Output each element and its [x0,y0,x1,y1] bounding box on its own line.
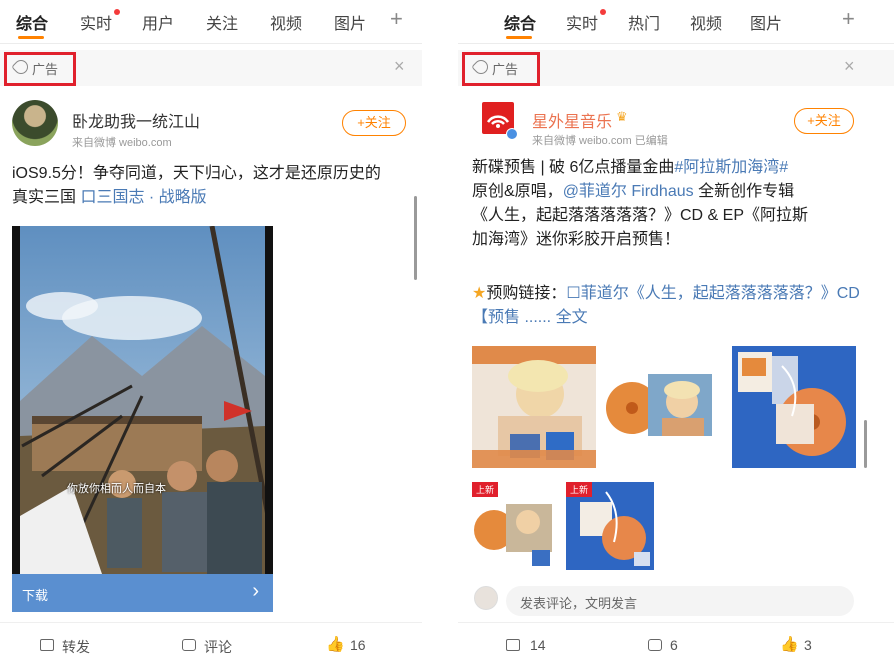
album-photo-1 [472,346,596,468]
close-ad-icon[interactable]: × [844,56,855,77]
tab-comprehensive[interactable]: 综合 [504,10,536,34]
action-bar: 转发 评论 👍 16 [0,622,422,666]
comment-icon [182,639,196,651]
follow-button[interactable]: +关注 [794,108,854,134]
album-image-3[interactable] [732,346,856,468]
tab-realtime[interactable]: 实时 [80,10,112,34]
add-tab-icon[interactable]: + [842,6,855,32]
like-count[interactable]: 16 [350,637,366,653]
repost-button[interactable]: 转发 [62,637,90,657]
tab-realtime[interactable]: 实时 [566,10,598,34]
panel-gap [422,0,458,666]
scrollbar[interactable] [864,420,867,468]
comment-button[interactable]: 评论 [204,637,232,657]
post-source: 来自微博 weibo.com [72,137,172,149]
ad-label: 广告 [492,62,519,77]
tab-video[interactable]: 视频 [690,10,722,34]
video-subtitle: 你放你相而人而自本 [67,483,166,495]
post-line-2-tail: 全新创作专辑 [693,183,795,200]
new-badge: 上新 [472,482,499,497]
comment-count[interactable]: 6 [670,637,678,653]
author-name[interactable]: 星外星音乐 [532,108,612,132]
verified-badge-icon [506,128,518,140]
comment-input[interactable]: 发表评论，文明发言 [506,586,854,616]
full-text-link[interactable]: 全文 [556,309,588,326]
tab-follow[interactable]: 关注 [206,10,238,34]
post-line-2: 原创&原唱，@菲道尔 Firdhaus 全新创作专辑 [472,180,862,204]
hashtag-link[interactable]: #阿拉斯加海湾# [674,159,788,176]
tab-users[interactable]: 用户 [142,10,174,34]
left-feed-screen: 综合 实时 用户 关注 视频 图片 + 广告 × 卧龙助我一统江山 来自微博 w… [0,0,422,666]
new-badge: 上新 [566,482,593,497]
post-text: 新碟预售 | 破 6亿点播量金曲#阿拉斯加海湾# 原创&原唱，@菲道尔 Fird… [472,156,862,252]
comment-icon [648,639,662,651]
star-icon: ★ [472,285,487,302]
preorder-text: ★预购链接：☐菲道尔《人生，起起落落落落落？》CD【预售 ...... 全文 [472,282,862,330]
right-feed-screen: 综合 实时 热门 视频 图片 + 广告 × 星外星音乐 ♛ 来自微博 weibo… [458,0,894,666]
post-line-1: 新碟预售 | 破 6亿点播量金曲#阿拉斯加海湾# [472,156,862,180]
post-line-3: 《人生，起起落落落落落？》CD & EP《阿拉斯 [472,207,809,224]
close-ad-icon[interactable]: × [394,56,405,77]
game-link[interactable]: 口三国志 · 战略版 [80,189,206,206]
repost-icon [506,639,520,651]
repost-count[interactable]: 14 [530,637,546,653]
follow-button[interactable]: +关注 [342,110,406,136]
album-image-1[interactable] [472,346,596,468]
user-avatar[interactable] [474,586,498,610]
new-dot-badge [114,9,120,15]
preorder-label: 预购链接： [486,285,567,302]
author-name[interactable]: 卧龙助我一统江山 [72,108,200,132]
tab-comprehensive[interactable]: 综合 [16,10,48,34]
active-tab-indicator [506,36,532,39]
avatar[interactable] [12,100,58,146]
crown-icon: ♛ [616,109,628,124]
repost-icon [40,639,54,651]
comment-placeholder: 发表评论，文明发言 [520,596,638,611]
tab-images[interactable]: 图片 [750,10,782,34]
chevron-right-icon: › [252,580,259,602]
post-source: 来自微博 weibo.com 已编辑 [532,135,668,147]
new-dot-badge [600,9,606,15]
album-image-5[interactable]: 上新 [566,482,654,570]
like-icon: 👍 [326,636,345,653]
active-tab-indicator [18,36,44,39]
scrollbar[interactable] [414,196,417,280]
tab-images[interactable]: 图片 [334,10,366,34]
post-line-2-text: 原创&原唱， [472,183,563,200]
post-line-1-text: 新碟预售 | 破 6亿点播量金曲 [472,159,675,176]
video-frame [12,226,273,574]
tab-bar: 综合 实时 热门 视频 图片 + [458,0,894,44]
post-text: iOS9.5分！争夺同道，天下归心，这才是还原历史的真实三国 口三国志 · 战略… [12,162,392,210]
tab-hot[interactable]: 热门 [628,10,660,34]
like-count[interactable]: 3 [804,637,812,653]
album-photo-3 [732,346,856,468]
mention-link[interactable]: @菲道尔 Firdhaus [563,183,694,200]
download-label: 下载 [22,588,49,603]
tab-video[interactable]: 视频 [270,10,302,34]
album-photo-2 [602,346,726,468]
album-image-2[interactable] [602,346,726,468]
action-bar: 14 6 👍 3 [458,622,894,666]
tab-bar: 综合 实时 用户 关注 视频 图片 + [0,0,422,44]
video-player[interactable]: 你放你相而人而自本 [12,226,273,574]
like-icon: 👍 [780,636,799,653]
album-image-4[interactable]: 上新 [472,482,556,570]
add-tab-icon[interactable]: + [390,6,403,32]
download-button[interactable]: 下载 › [12,574,273,612]
ad-label: 广告 [32,62,59,77]
post-line-4: 加海湾》迷你彩胶开启预售！ [472,231,681,248]
